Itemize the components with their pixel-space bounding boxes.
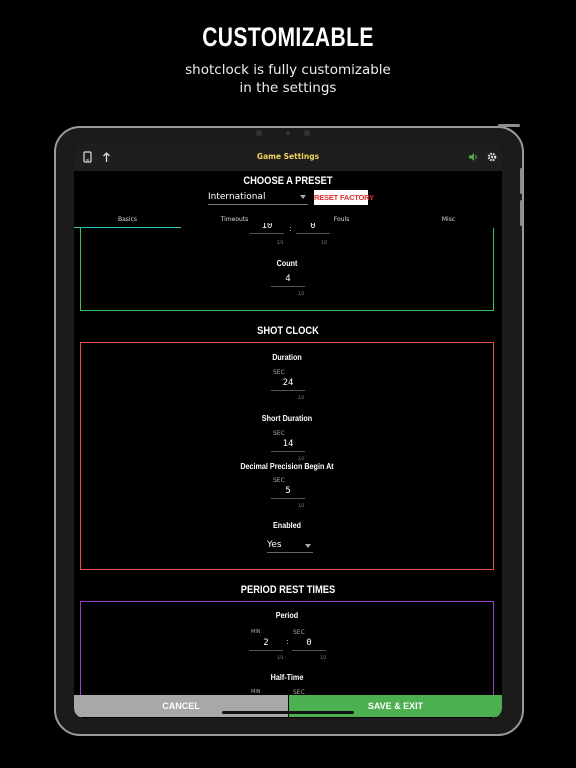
tab-timeouts[interactable]: Timeouts [181,216,288,223]
count-label: Count [276,259,298,268]
tab-misc[interactable]: Misc [395,216,502,223]
enabled-label: Enabled [272,521,302,530]
duration-unit: SEC [273,369,285,376]
tab-fouls[interactable]: Fouls [288,216,395,223]
count-counter: 1/2 [298,291,305,296]
decimal-precision-field[interactable]: 5 [271,484,305,499]
period-minutes-field[interactable]: 2 [249,636,283,651]
shot-clock-panel: Duration SEC 24 2/2 Short Duration SEC 1… [80,342,494,570]
count-field[interactable]: 4 [271,272,305,287]
period-rest-heading: PERIOD REST TIMES [240,584,336,596]
chevron-down-icon [305,544,311,548]
minutes-counter: 2/3 [277,240,284,245]
chevron-down-icon [300,195,306,199]
app-screen: Game Settings CHOOSE A PRESET Internatio… [74,144,502,718]
seconds-counter: 1/2 [321,240,328,245]
home-indicator [222,711,354,714]
decimal-precision-unit: SEC [273,477,285,484]
camera-dot-right [304,130,310,136]
app-title: Game Settings [256,152,320,161]
volume-down-button [520,200,523,226]
period-sec-unit: SEC [293,629,305,636]
halftime-label: Half-Time [270,673,304,682]
gear-icon[interactable] [487,151,497,166]
decimal-precision-counter: 1/2 [298,503,305,508]
preset-dropdown-value: International [208,192,266,202]
settings-tabs: Basics Timeouts Fouls Misc [74,212,502,228]
enabled-dropdown[interactable]: Yes [267,539,313,553]
duration-label: Duration [272,353,302,362]
tab-basics[interactable]: Basics [74,216,181,223]
short-duration-label: Short Duration [261,414,313,423]
time-separator: : [289,224,292,233]
camera-dot-center [286,131,290,135]
decimal-precision-label: Decimal Precision Begin At [240,462,334,471]
enabled-dropdown-value: Yes [267,540,282,550]
promo-headline: CUSTOMIZABLE [202,22,374,52]
reset-factory-button[interactable]: RESET FACTORY [314,190,374,205]
promo-tagline-line2: in the settings [239,80,337,96]
period-min-unit: MIN [251,629,261,635]
preset-dropdown[interactable]: International [208,190,308,205]
camera-dot-left [256,130,262,136]
timing-panel: 10 2/3 : 0 1/2 Count 4 1/2 [80,223,494,311]
short-duration-unit: SEC [273,430,285,437]
preset-heading: CHOOSE A PRESET [243,175,333,187]
short-duration-field[interactable]: 14 [271,437,305,452]
period-time-separator: : [286,637,289,646]
duration-field[interactable]: 24 [271,376,305,391]
minutes-field[interactable]: 10 [250,223,284,234]
volume-up-button [520,168,523,194]
duration-counter: 2/2 [298,395,305,400]
seconds-field[interactable]: 0 [296,223,330,234]
period-label: Period [275,611,299,620]
app-bar: Game Settings [74,144,502,171]
shot-clock-heading: SHOT CLOCK [257,325,319,337]
promo-tagline: shotclock is fully customizable in the s… [0,61,576,97]
promo-tagline-line1: shotclock is fully customizable [185,62,391,78]
period-seconds-field[interactable]: 0 [292,636,326,651]
speaker-icon[interactable] [468,151,478,166]
short-duration-counter: 2/2 [298,456,305,461]
period-minutes-counter: 1/3 [277,655,284,660]
top-button [498,124,520,127]
period-seconds-counter: 1/2 [320,655,327,660]
